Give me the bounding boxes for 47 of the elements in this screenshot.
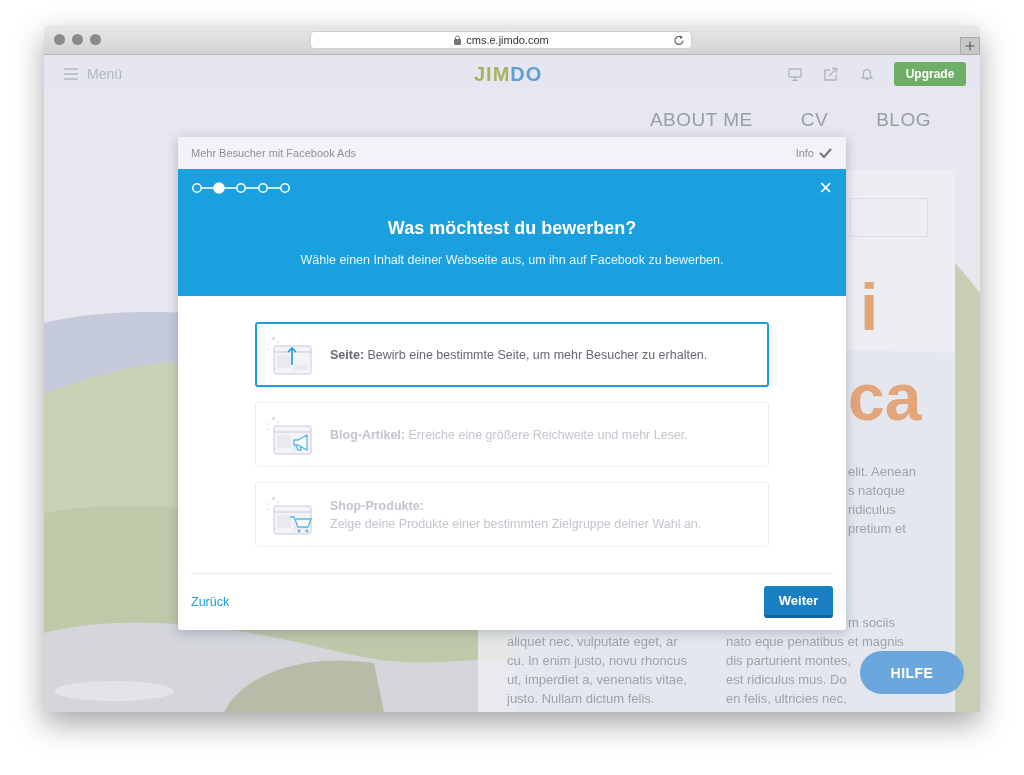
body-text: m sociis bbox=[847, 614, 895, 632]
option-card[interactable]: Shop-Produkte: Zeige deine Produkte einer bestimmten Zielgruppe deiner Wahl an. bbox=[255, 482, 769, 547]
body-text: s natoque bbox=[848, 482, 906, 500]
body-text: dis parturient montes, bbox=[726, 652, 851, 670]
reload-icon[interactable] bbox=[674, 35, 685, 46]
bell-icon[interactable] bbox=[860, 67, 874, 81]
monitor-icon[interactable] bbox=[788, 67, 802, 81]
share-icon[interactable] bbox=[824, 67, 838, 81]
heading-text: ca bbox=[848, 359, 923, 436]
check-icon bbox=[819, 147, 832, 159]
option-card[interactable]: Seite: Bewirb eine bestimmte Seite, um mehr Besucher zu erhalten. bbox=[255, 322, 769, 387]
body-text: aliquet nec, vulputate eget, ar bbox=[507, 633, 678, 651]
body-text: elit. Aenean bbox=[848, 463, 916, 481]
option-card[interactable]: Blog-Artikel: Erreiche eine größere Reichweite und mehr Leser. bbox=[255, 402, 769, 467]
help-button[interactable]: HILFE bbox=[860, 651, 964, 694]
body-text: est ridiculus mus. Do bbox=[726, 671, 847, 689]
upgrade-button[interactable]: Upgrade bbox=[894, 62, 966, 86]
body-text: nato eque penatibus et magnis bbox=[726, 633, 904, 651]
option-description: Blog-Artikel: Erreiche eine größere Reichweite und mehr Leser. bbox=[330, 426, 688, 444]
next-button[interactable]: Weiter bbox=[764, 586, 833, 618]
address-bar[interactable]: cms.e.jimdo.com bbox=[310, 31, 692, 49]
nav-link[interactable]: BLOG bbox=[876, 109, 931, 137]
new-tab-icon[interactable] bbox=[960, 37, 980, 55]
menu-icon[interactable] bbox=[64, 68, 78, 80]
close-button[interactable]: × bbox=[815, 177, 836, 199]
dialog-subtitle: Wähle einen Inhalt deiner Webseite aus, um ihn auf Facebook zu bewerben. bbox=[299, 253, 725, 267]
body-text: ridiculus bbox=[848, 501, 896, 519]
option-description: Seite: Bewirb eine bestimmte Seite, um mehr Besucher zu erhalten. bbox=[330, 346, 708, 364]
window-control[interactable] bbox=[90, 34, 101, 45]
nav-link[interactable]: ABOUT ME bbox=[649, 109, 753, 137]
heading-text: i bbox=[860, 269, 880, 346]
window-control[interactable] bbox=[54, 34, 65, 45]
option-description: Zeige deine Produkte einer bestimmten Zielgruppe deiner Wahl an. bbox=[330, 515, 702, 533]
back-link[interactable]: Zurück bbox=[191, 595, 230, 609]
lock-icon bbox=[453, 35, 463, 45]
url-text: cms.e.jimdo.com bbox=[466, 34, 549, 46]
window-control[interactable] bbox=[72, 34, 83, 45]
body-text: ut, imperdiet a, venenatis vitae, bbox=[507, 671, 687, 689]
info-label[interactable]: Info bbox=[795, 147, 814, 159]
option-title: Shop-Produkte: bbox=[330, 497, 425, 515]
dialog-bar-title: Mehr Besucher mit Facebook Ads bbox=[191, 147, 357, 159]
dialog-title: Was möchtest du bewerben? bbox=[386, 218, 638, 239]
nav-link[interactable]: CV bbox=[800, 109, 829, 137]
body-text: en felis, ultricies nec, bbox=[726, 690, 847, 708]
body-text: justo. Nullam dictum felis. bbox=[507, 690, 655, 708]
body-text: pretium et bbox=[848, 520, 906, 538]
body-text: cu. In enim justo, novu rhoncus bbox=[507, 652, 687, 670]
